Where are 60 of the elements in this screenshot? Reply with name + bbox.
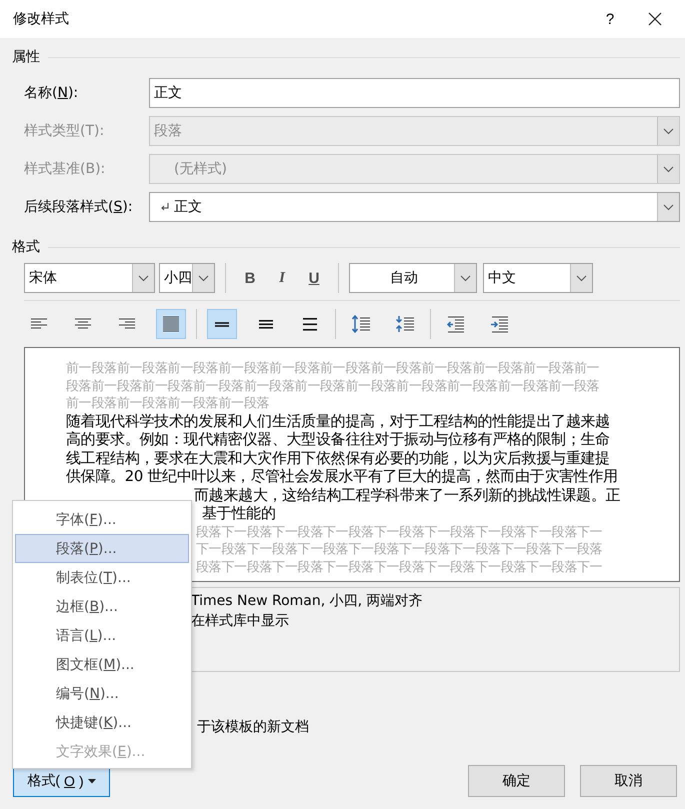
color-dropdown[interactable]: 自动 (349, 263, 477, 293)
increase-spacing-icon (351, 315, 371, 333)
chevron-down-icon (663, 204, 674, 210)
double-spacing-icon (300, 315, 320, 333)
field-label: 样式基准(B): (24, 160, 106, 178)
justify-button[interactable] (156, 309, 186, 339)
preview-text: 前一段落前一段落前一段落前一段落 (66, 395, 270, 412)
field-label: 后续段落样式(S): (24, 198, 134, 216)
justify-icon (161, 315, 181, 333)
indent-icon (490, 315, 510, 333)
help-button[interactable]: ? (587, 4, 633, 34)
ok-button[interactable]: 确定 (468, 765, 565, 797)
preview-text: 高的要求。例如：现代精密仪器、大型设备往往对于振动与位移有严格的限制；生命 (66, 431, 610, 450)
menu-item[interactable]: 边框(B)... (15, 592, 189, 621)
chevron-down-icon (460, 274, 471, 282)
menu-item[interactable]: 编号(N)... (15, 679, 189, 708)
bold-button[interactable]: B (236, 264, 264, 292)
menu-item[interactable]: 制表位(T)... (15, 563, 189, 592)
close-icon (648, 12, 662, 26)
chevron-down-icon (663, 128, 674, 134)
preview-text: 基于性能的 (202, 505, 276, 524)
single-spacing-button[interactable] (207, 309, 237, 339)
menu-item[interactable]: 快捷键(K)... (15, 708, 189, 737)
decrease-spacing-icon (395, 315, 415, 333)
option-label: 于该模板的新文档 (197, 718, 309, 736)
description-text: 在样式库中显示 (191, 612, 290, 631)
cancel-button[interactable]: 取消 (580, 765, 677, 797)
section-heading: 格式 (12, 238, 40, 256)
menu-item[interactable]: 字体(F)... (15, 505, 189, 534)
preview-text: 线工程结构，要求在大震和大灾作用下依然保有必要的功能，以为灾后救援与重建提 (66, 450, 610, 468)
font-dropdown[interactable]: 宋体 (24, 263, 155, 293)
field-label: 名称(N): (24, 84, 80, 102)
preview-text: 段落下一段落下一段落下一段落下一段落下一段落下一段落下一段落下一 (196, 524, 602, 541)
window-title: 修改样式 (13, 10, 70, 28)
single-spacing-icon (215, 322, 229, 326)
preview-text: 供保障。20 世纪中叶以来，尽管社会发展水平有了巨大的提高，然而由于灾害性作用 (66, 468, 618, 486)
preview-text: 下一段落下一段落下一段落下一段落下一段落下一段落下一段落下一段落 (196, 541, 602, 558)
preview-text: 段落前一段落前一段落前一段落前一段落前一段落前一段落前一段落前一段落前一段落前一段落 (66, 378, 600, 395)
input-field[interactable]: 正文 (149, 78, 680, 108)
menu-item[interactable]: 段落(P)... (15, 534, 189, 563)
menu-item[interactable]: 语言(L)... (15, 621, 189, 650)
underline-button[interactable]: U (300, 264, 328, 292)
caret-icon (88, 778, 96, 784)
preview-text: 而越来越大，这给结构工程学科带来了一系列新的挑战性课题。正 (194, 486, 620, 505)
description-text: Times New Roman, 小四, 两端对齐 (191, 592, 424, 611)
outdent-icon (446, 315, 466, 333)
language-dropdown[interactable]: 中文 (483, 263, 593, 293)
section-heading: 属性 (12, 48, 40, 66)
field-label: 样式类型(T): (24, 122, 106, 140)
preview-text: 随着现代科学技术的发展和人们生活质量的提高，对于工程结构的性能提出了越来越 (66, 412, 610, 431)
chevron-down-icon (198, 274, 209, 282)
chevron-down-icon (576, 274, 587, 282)
chevron-down-icon (138, 274, 149, 282)
preview-text: 段落下一段落下一段落下一段落下一段落下一段落下一段落下一段落下一 (196, 558, 602, 576)
italic-button[interactable]: I (268, 264, 296, 292)
size-dropdown[interactable]: 小四 (159, 263, 215, 293)
menu-item[interactable]: 图文框(M)... (15, 650, 189, 679)
chevron-down-icon (663, 166, 674, 172)
preview-text: 前一段落前一段落前一段落前一段落前一段落前一段落前一段落前一段落前一段落前一段落前一 (66, 360, 600, 378)
dropdown-field[interactable]: 正文 (149, 192, 680, 222)
